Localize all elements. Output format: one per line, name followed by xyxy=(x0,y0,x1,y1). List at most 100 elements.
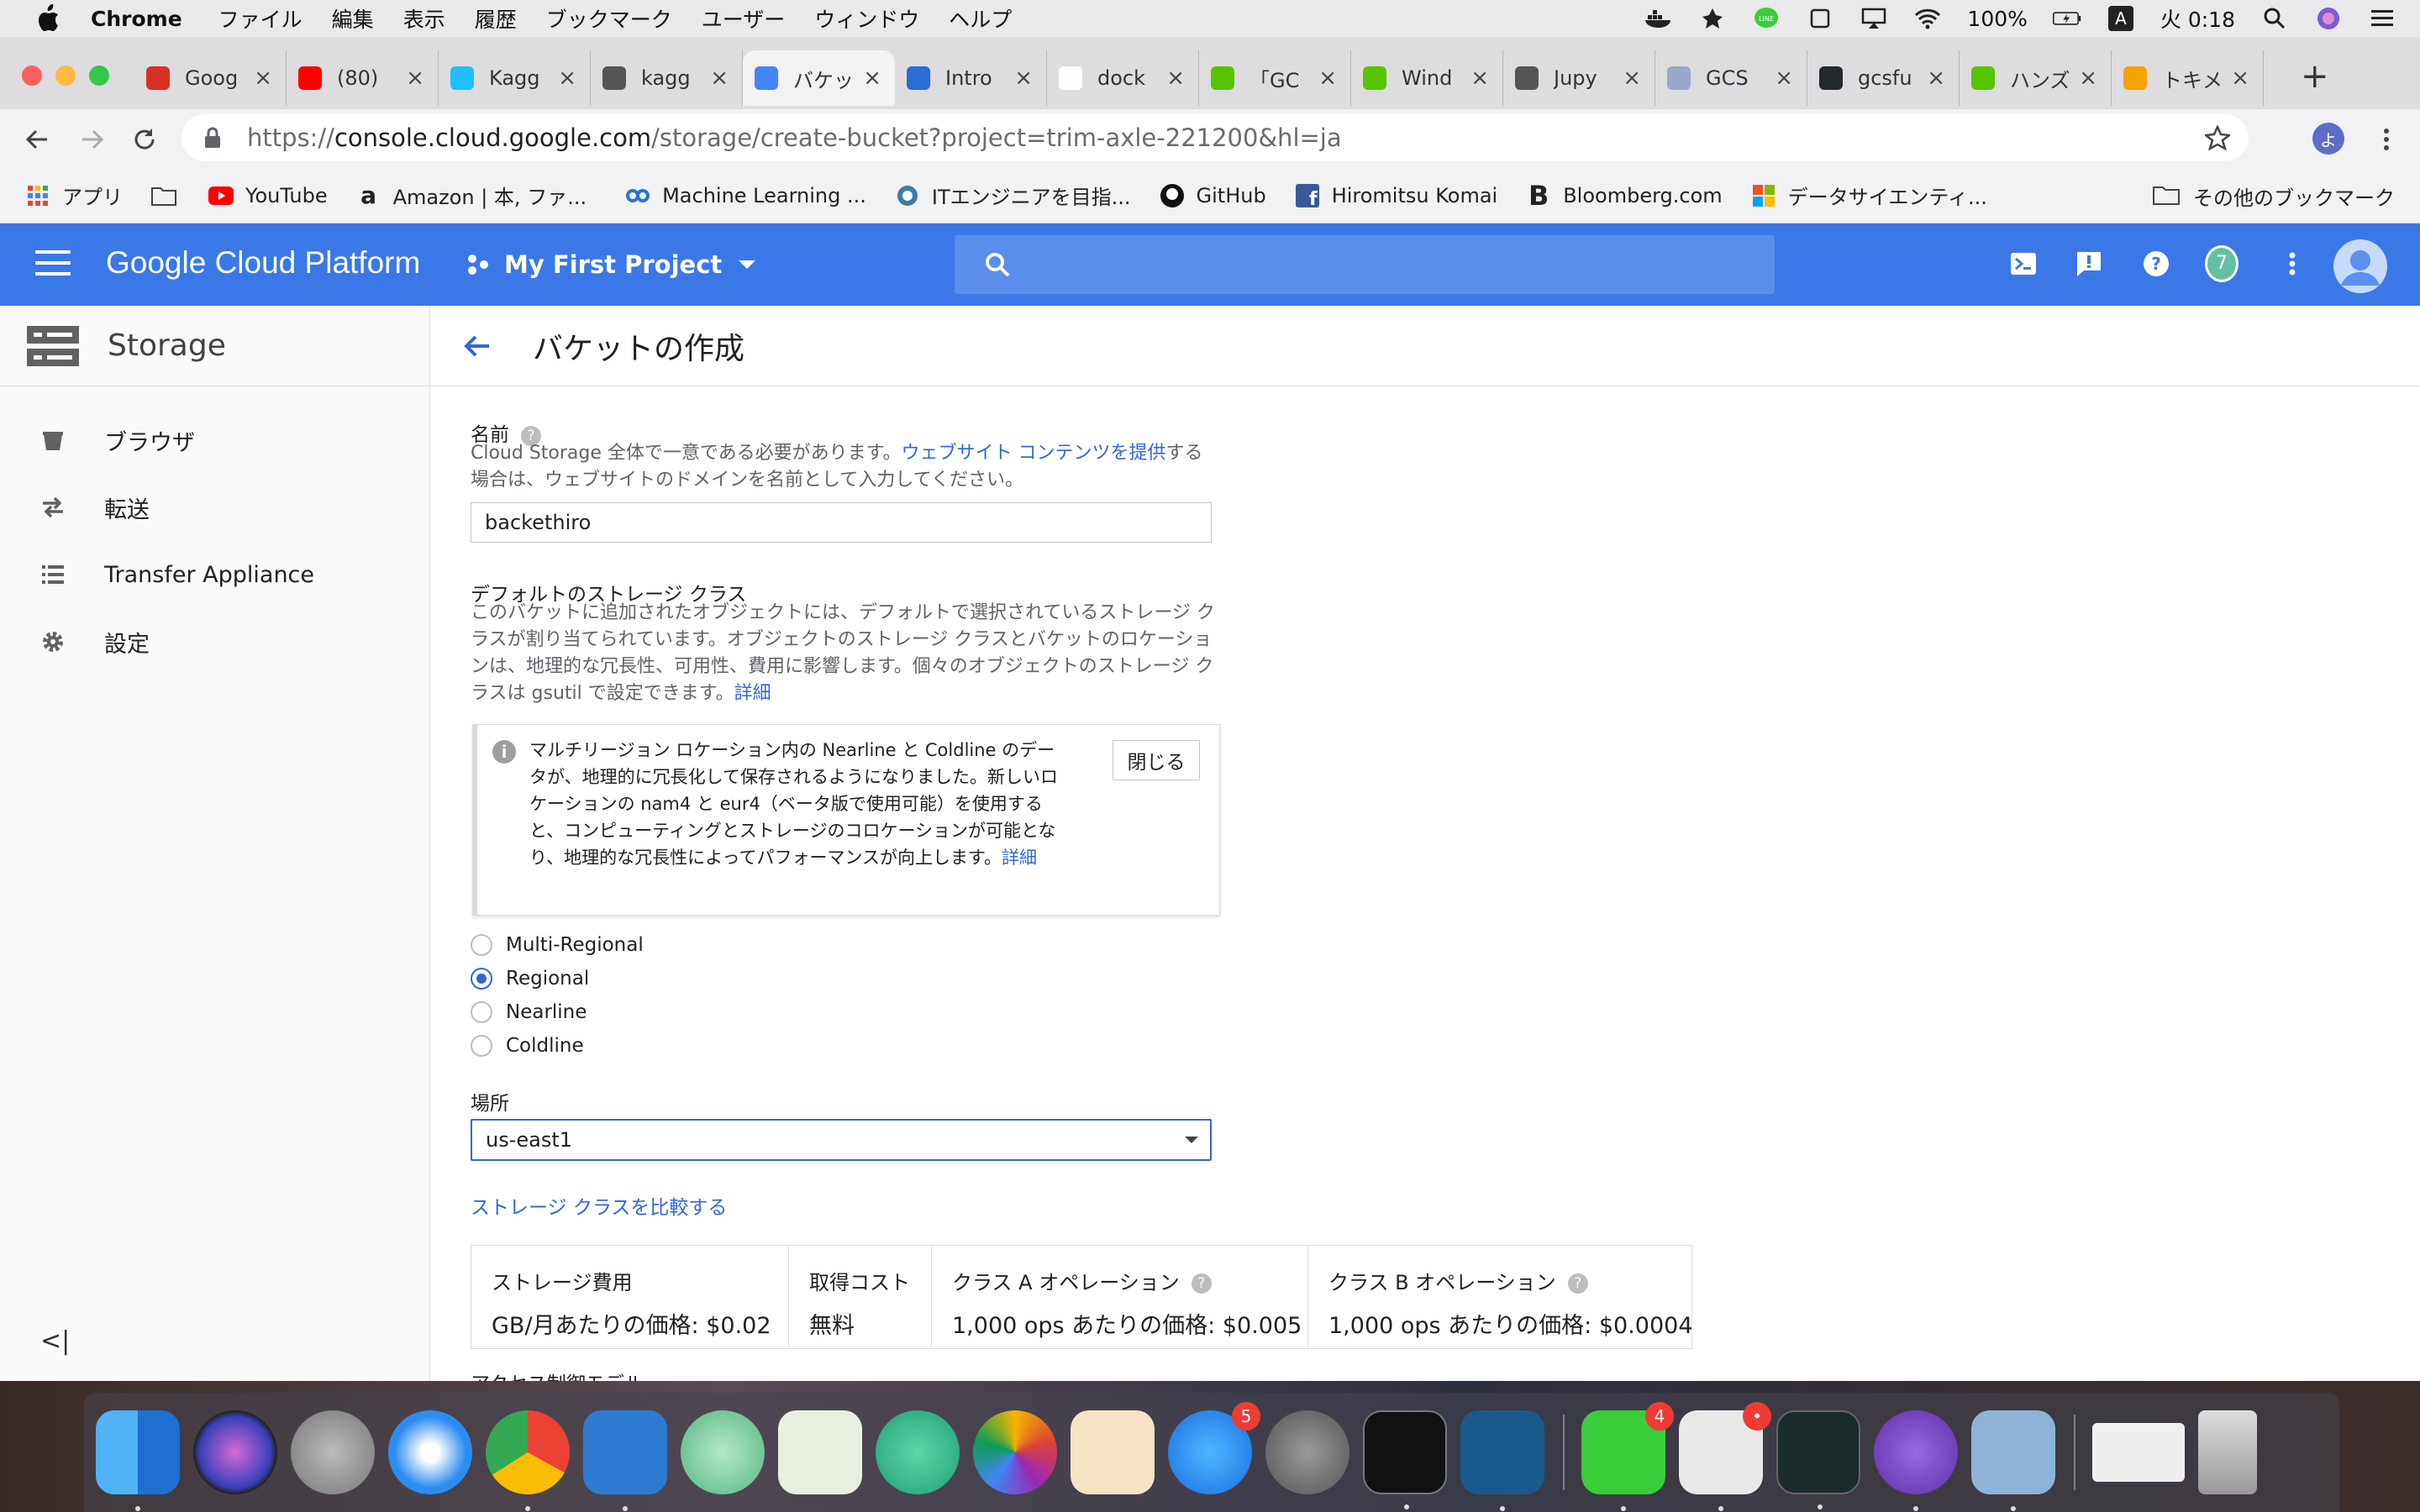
menu-edit[interactable]: 編集 xyxy=(332,3,374,34)
browser-tab[interactable]: Wind × xyxy=(1351,50,1503,106)
browser-tab[interactable]: Goog × xyxy=(134,50,287,106)
browser-tab[interactable]: dock × xyxy=(1047,50,1199,106)
address-bar[interactable]: https://console.cloud.google.com/storage… xyxy=(182,114,2249,161)
browser-tab[interactable]: 「GC × xyxy=(1199,50,1351,106)
help-icon[interactable]: ? xyxy=(1567,1273,1588,1294)
location-select[interactable]: us-east1 xyxy=(471,1119,1212,1161)
line-tray-icon[interactable]: LINE xyxy=(1752,6,1781,31)
bookmark-folder[interactable] xyxy=(151,183,188,208)
radio-button[interactable] xyxy=(471,1001,492,1023)
minimized-window-thumbnail[interactable] xyxy=(2092,1423,2185,1482)
close-tab-icon[interactable]: × xyxy=(863,66,881,91)
collapse-nav-button[interactable]: <| xyxy=(40,1326,70,1356)
bookmark-star-icon[interactable] xyxy=(2205,125,2230,150)
close-tab-icon[interactable]: × xyxy=(2079,66,2097,91)
airplay-icon[interactable] xyxy=(1860,6,1888,31)
window-zoom-button[interactable] xyxy=(89,66,109,86)
apple-menu-icon[interactable] xyxy=(35,4,60,33)
storage-class-details-link[interactable]: 詳細 xyxy=(734,683,771,704)
browser-tab[interactable]: バケッ × xyxy=(743,50,895,106)
launchpad-icon[interactable] xyxy=(291,1410,375,1494)
nav-item-transfer-appliance[interactable]: Transfer Appliance xyxy=(0,541,429,608)
close-tab-icon[interactable]: × xyxy=(1775,66,1793,91)
class-option-nearline[interactable]: Nearline xyxy=(471,1001,587,1023)
more-options-icon[interactable] xyxy=(2275,247,2309,281)
menu-bookmarks[interactable]: ブックマーク xyxy=(546,3,672,34)
bookmark-facebook[interactable]: f Hiromitsu Komai xyxy=(1295,183,1497,208)
menu-history[interactable]: 履歴 xyxy=(475,3,517,34)
preview-icon[interactable] xyxy=(1971,1410,2055,1511)
gcp-logo[interactable]: Google Cloud Platform xyxy=(106,245,420,281)
nav-item-settings[interactable]: 設定 xyxy=(0,608,429,675)
menu-window[interactable]: ウィンドウ xyxy=(814,3,919,34)
bookmark-machine-learning[interactable]: Machine Learning ... xyxy=(625,183,866,208)
radio-button[interactable] xyxy=(471,1035,492,1057)
activity-monitor-icon[interactable] xyxy=(1776,1410,1860,1509)
window-icon[interactable] xyxy=(1806,6,1834,31)
close-tab-icon[interactable]: × xyxy=(406,66,424,91)
bookmark-amazon[interactable]: a Amazon | 本, ファ... xyxy=(356,181,587,210)
close-tab-icon[interactable]: × xyxy=(1927,66,1945,91)
menu-view[interactable]: 表示 xyxy=(403,3,445,34)
close-tab-icon[interactable]: × xyxy=(1318,66,1337,91)
website-content-link[interactable]: ウェブサイト コンテンツを提供 xyxy=(902,443,1166,464)
nav-item-browser[interactable]: ブラウザ xyxy=(0,407,429,474)
browser-tab[interactable]: (80) × xyxy=(287,50,439,106)
close-tab-icon[interactable]: × xyxy=(1014,66,1033,91)
browser-tab[interactable]: Kagg × xyxy=(439,50,591,106)
atom-icon[interactable] xyxy=(681,1410,765,1494)
bookmark-github[interactable]: GitHub xyxy=(1160,183,1266,208)
close-tab-icon[interactable]: × xyxy=(254,66,272,91)
bookmark-bloomberg[interactable]: B Bloomberg.com xyxy=(1526,180,1723,212)
siri-icon[interactable] xyxy=(193,1410,277,1494)
safari-icon[interactable] xyxy=(388,1410,472,1494)
battery-icon[interactable] xyxy=(2052,6,2081,31)
vscode-icon[interactable] xyxy=(583,1410,667,1511)
cloud-shell-icon[interactable] xyxy=(2007,247,2040,281)
browser-tab[interactable]: gcsfu × xyxy=(1807,50,1960,106)
close-tab-icon[interactable]: × xyxy=(2231,66,2249,91)
nav-item-transfer[interactable]: 転送 xyxy=(0,474,429,541)
hamburger-menu-icon[interactable] xyxy=(35,250,71,279)
menu-help[interactable]: ヘルプ xyxy=(949,3,1012,34)
new-tab-button[interactable]: + xyxy=(2301,57,2329,96)
window-close-button[interactable] xyxy=(22,66,42,86)
wifi-icon[interactable] xyxy=(1913,6,1942,31)
help-icon[interactable]: ? xyxy=(2139,247,2173,281)
other-bookmarks[interactable]: その他のブックマーク xyxy=(2153,181,2395,211)
close-tab-icon[interactable]: × xyxy=(710,66,729,91)
close-notice-button[interactable]: 閉じる xyxy=(1113,740,1200,780)
account-avatar[interactable] xyxy=(2333,239,2388,294)
compare-storage-classes-link[interactable]: ストレージ クラスを比較する xyxy=(471,1191,727,1220)
browser-tab[interactable]: kagg × xyxy=(591,50,743,106)
menu-app-name[interactable]: Chrome xyxy=(91,7,182,31)
notes-app-icon[interactable] xyxy=(1874,1410,1958,1511)
alfred-icon[interactable] xyxy=(1698,6,1727,31)
class-option-coldline[interactable]: Coldline xyxy=(471,1035,584,1057)
chrome-profile-avatar[interactable]: よ xyxy=(2312,123,2344,155)
chrome-icon[interactable] xyxy=(486,1410,570,1511)
photos-icon[interactable] xyxy=(973,1410,1057,1494)
line-app-icon[interactable]: 4 xyxy=(1581,1402,1674,1511)
system-preferences-icon[interactable] xyxy=(1265,1410,1349,1494)
browser-tab[interactable]: ハンズ × xyxy=(1960,50,2112,106)
class-option-multi-regional[interactable]: Multi-Regional xyxy=(471,934,644,956)
lock-icon[interactable] xyxy=(203,126,222,150)
slack-icon[interactable]: • xyxy=(1679,1402,1771,1511)
bookmark-youtube[interactable]: YouTube xyxy=(208,183,328,208)
kindle-icon[interactable] xyxy=(1460,1410,1544,1511)
input-source-icon[interactable]: A xyxy=(2107,6,2135,31)
chrome-menu-icon[interactable] xyxy=(2370,123,2403,156)
close-tab-icon[interactable]: × xyxy=(558,66,576,91)
paper-plane-app-icon[interactable] xyxy=(876,1410,960,1494)
menubar-clock[interactable]: 火 0:18 xyxy=(2160,3,2235,34)
reload-button[interactable] xyxy=(128,123,161,156)
help-icon[interactable]: ? xyxy=(1191,1273,1212,1294)
siri-icon[interactable] xyxy=(2314,6,2343,31)
gcp-search-input[interactable] xyxy=(955,235,1775,294)
feedback-icon[interactable] xyxy=(2072,247,2106,281)
class-option-regional[interactable]: Regional xyxy=(471,968,589,990)
bookmark-it-engineer[interactable]: ITエンジニアを目指... xyxy=(895,181,1131,210)
menu-users[interactable]: ユーザー xyxy=(702,3,786,34)
project-selector[interactable]: My First Project xyxy=(467,250,757,279)
